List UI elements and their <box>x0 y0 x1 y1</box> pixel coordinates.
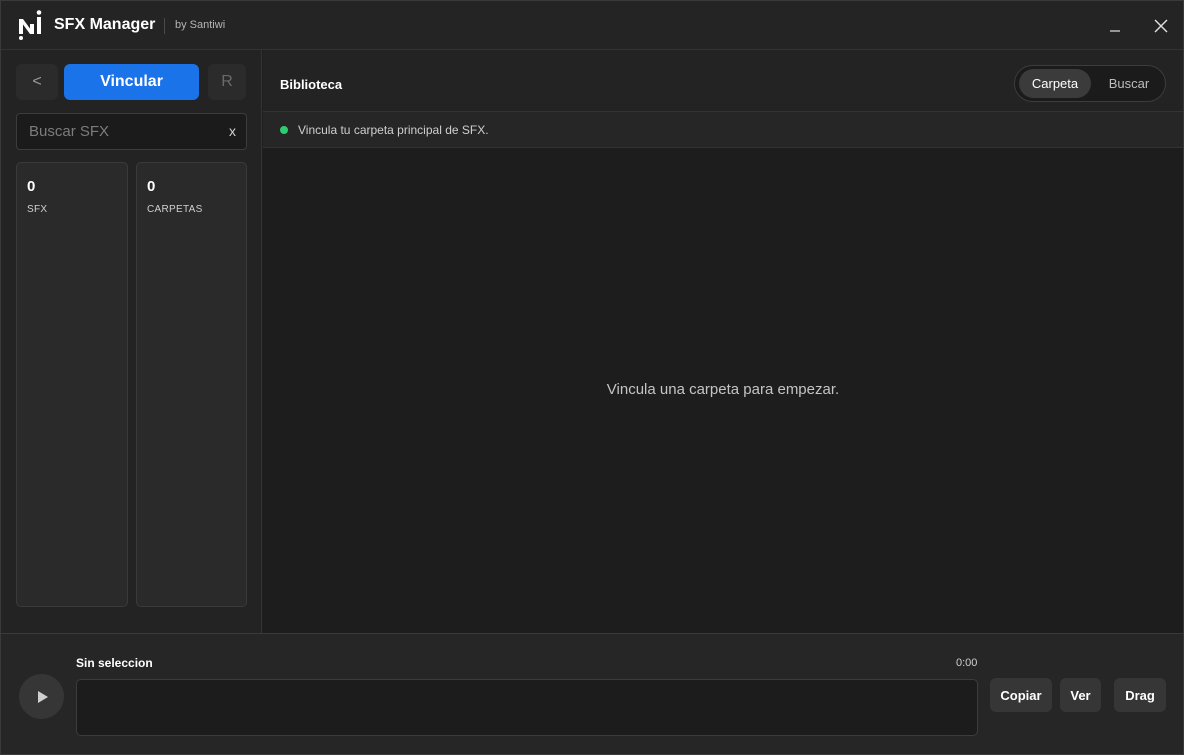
stat-value: 0 <box>147 178 156 195</box>
time-display: 0:00 <box>956 657 978 669</box>
minimize-button[interactable] <box>1102 13 1128 39</box>
waveform-area[interactable] <box>76 679 978 736</box>
search-input[interactable] <box>17 114 207 149</box>
status-bar: Vincula tu carpeta principal de SFX. <box>263 112 1183 148</box>
drag-button[interactable]: Drag <box>1114 678 1166 712</box>
player-bar: Sin seleccion 0:00 Copiar Ver Drag <box>1 633 1183 754</box>
empty-message: Vincula una carpeta para empezar. <box>606 380 840 398</box>
copy-button[interactable]: Copiar <box>990 678 1052 712</box>
link-folder-button[interactable]: Vincular <box>64 64 199 100</box>
app-subtitle: by Santiwi <box>175 19 226 31</box>
status-text: Vincula tu carpeta principal de SFX. <box>298 123 489 137</box>
library-header: Biblioteca Carpeta Buscar <box>263 50 1183 112</box>
close-button[interactable] <box>1148 13 1174 39</box>
view-button[interactable]: Ver <box>1060 678 1101 712</box>
tab-folder[interactable]: Carpeta <box>1019 69 1091 98</box>
stat-card-sfx: 0 SFX <box>16 162 128 607</box>
stat-value: 0 <box>27 178 36 195</box>
title-bar: SFX Manager by Santiwi <box>1 1 1183 50</box>
minimize-icon <box>1110 30 1120 32</box>
library-title: Biblioteca <box>280 77 343 92</box>
close-icon <box>1154 19 1168 33</box>
app-logo-icon <box>19 10 42 40</box>
stat-card-folders: 0 CARPETAS <box>136 162 247 607</box>
title-divider <box>164 18 165 34</box>
refresh-button[interactable]: R <box>208 64 246 100</box>
empty-state: Vincula una carpeta para empezar. <box>263 148 1183 633</box>
play-icon <box>37 690 48 703</box>
selection-title: Sin seleccion <box>76 656 153 670</box>
search-clear-button[interactable]: x <box>229 123 236 139</box>
tab-search[interactable]: Buscar <box>1095 69 1163 98</box>
play-button[interactable] <box>19 674 64 719</box>
app-title: SFX Manager <box>54 16 156 33</box>
stat-label: SFX <box>27 204 48 215</box>
view-toggle: Carpeta Buscar <box>1014 65 1166 102</box>
search-box: x <box>16 113 247 150</box>
app-window: SFX Manager by Santiwi < Vincular R x 0 … <box>0 0 1184 755</box>
main-panel: Biblioteca Carpeta Buscar Vincula tu car… <box>263 50 1183 633</box>
status-indicator <box>280 126 288 134</box>
sidebar: < Vincular R x 0 SFX 0 CARPETAS <box>1 50 262 633</box>
stat-label: CARPETAS <box>147 204 203 215</box>
back-button[interactable]: < <box>16 64 58 100</box>
